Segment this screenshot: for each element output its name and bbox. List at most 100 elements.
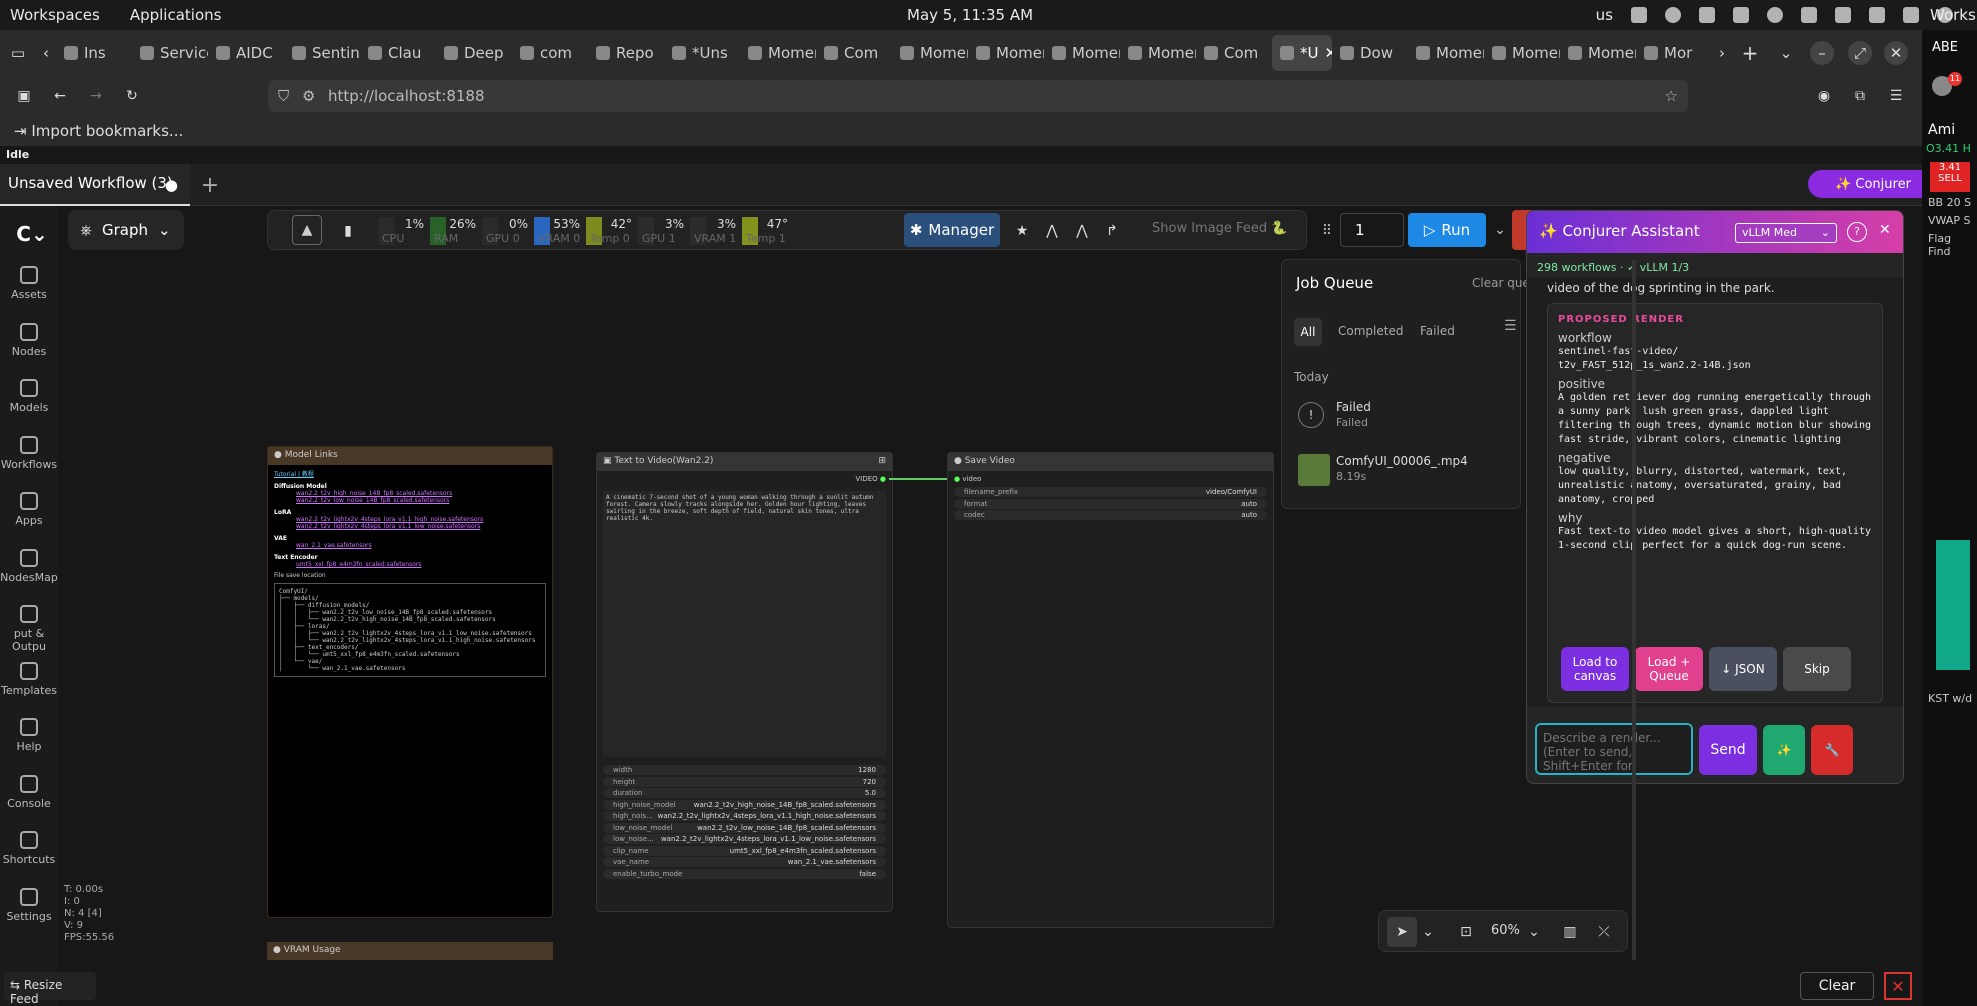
sidebar-item-help[interactable]: Help [0,718,58,753]
calendar-icon[interactable] [1835,7,1851,23]
screenshot-icon[interactable] [1801,7,1817,23]
widget-filename_prefix[interactable]: filename_prefix video/ComfyUI [954,487,1267,497]
chevron-down-icon[interactable]: ⌄ [1419,917,1437,947]
zoom-chevron-icon[interactable]: ⌄ [1525,917,1543,947]
job-item[interactable]: ! Failed Failed [1294,398,1514,438]
model-download-link[interactable]: umt5_xxl_fp8_e4m3fn_scaled.safetensors [274,561,546,568]
expand-icon[interactable]: ⊞ [878,456,886,466]
browser-tab[interactable]: Sentinel [284,35,360,71]
save-video-title[interactable]: ● Save Video [948,453,1273,471]
widget-vae_name[interactable]: vae_name wan_2.1_vae.safetensors [603,857,886,867]
model-links-title[interactable]: ● Model Links [268,447,552,465]
close-tab-icon[interactable]: ✕ [1324,44,1332,62]
widget-width[interactable]: width 1280 [603,765,886,775]
link-visibility-icon[interactable]: ⤫ [1589,917,1619,947]
clock[interactable]: May 5, 11:35 AM [907,6,1033,24]
browser-tab[interactable]: Momen [1120,35,1196,71]
bookmark-star-icon[interactable]: ☆ [1665,80,1678,112]
browser-tab[interactable]: Com [1196,35,1272,71]
share-icon[interactable]: ↱ [1098,217,1126,245]
prompt-input[interactable] [1535,723,1693,775]
tutorial-link[interactable]: Tutorial | 教程 [274,471,546,478]
vram-usage-node[interactable]: ● VRAM Usage [267,942,553,960]
star-icon[interactable]: ★ [1008,217,1036,245]
t2v-title[interactable]: ▣ Text to Video(Wan2.2) ⊞ [597,453,892,471]
model-download-link[interactable]: wan2.2_t2v_lightx2v_4steps_lora_v1.1_low… [274,523,546,530]
load-and-queue-button[interactable]: Load + Queue [1635,647,1703,691]
load-to-canvas-button[interactable]: Load to canvas [1561,647,1629,691]
show-image-feed-button[interactable]: Show Image Feed 🐍 [1152,221,1287,236]
browser-tab[interactable]: Clau [360,35,436,71]
browser-tab[interactable]: Momen [1408,35,1484,71]
tab-unsaved-workflow[interactable]: Unsaved Workflow (3) ● [0,164,190,206]
tabs-scroll-left-icon[interactable]: ‹ [36,35,56,71]
accessibility-icon[interactable] [1665,7,1681,23]
job-item[interactable]: ComfyUI_00006_.mp4 8.19s [1294,452,1514,492]
site-settings-icon[interactable]: ⚙ [302,80,315,112]
sidebar-item-put-outpu[interactable]: put & Outpu [0,605,58,653]
browser-tab[interactable]: Momen [1484,35,1560,71]
browser-tab[interactable]: Service [132,35,208,71]
menu-icon[interactable]: ☰ [1884,84,1908,108]
manager-button[interactable]: ✱ Manager [904,213,1000,247]
browser-tab[interactable]: *U ✕ [1272,35,1332,71]
fit-view-icon[interactable]: ⊡ [1451,917,1481,947]
model-tool-icon[interactable]: ⋀ [1068,217,1096,245]
wrench-icon[interactable]: 🔧 [1811,725,1853,775]
applications-menu[interactable]: Applications [130,6,222,24]
model-download-link[interactable]: wan2.2_t2v_high_noise_14B_fp8_scaled.saf… [274,490,546,497]
browser-tab[interactable]: Com [816,35,892,71]
browser-tab[interactable]: AIDC [208,35,284,71]
url-bar[interactable]: ⛉ ⚙ http://localhost:8188 ☆ [268,80,1688,112]
clear-feed-button[interactable]: Clear [1800,972,1874,1000]
sidebar-item-settings[interactable]: Settings [0,887,58,923]
sidebar-item-nodesmap[interactable]: NodesMap [0,548,58,584]
widget-enable_turbo_mode[interactable]: enable_turbo_mode false [603,868,886,879]
widget-low_noise[interactable]: low_noise... wan2.2_t2v_lightx2v_4steps_l… [603,834,886,844]
bluetooth-icon[interactable] [1767,7,1783,23]
skip-button[interactable]: Skip [1783,647,1851,691]
maximize-icon[interactable]: ⤢ [1848,41,1872,65]
browser-tab[interactable]: Momen [968,35,1044,71]
node-tool-icon[interactable]: ⋀ [1038,217,1066,245]
resize-feed-button[interactable]: ⇆ Resize Feed [4,972,96,1006]
tab-list-dropdown-icon[interactable]: ⌄ [1768,35,1804,71]
forward-icon[interactable]: → [84,84,108,108]
sidebar-item-nodes[interactable]: Nodes [0,322,58,358]
reload-icon[interactable]: ↻ [120,84,144,108]
send-button[interactable]: Send [1699,725,1757,775]
display-icon[interactable] [1903,7,1919,23]
tray-app-icon[interactable] [1631,7,1647,23]
workspaces-menu[interactable]: Workspaces [10,6,100,24]
model-links-node[interactable]: ● Model Links Tutorial | 教程 Diffusion Mo… [267,446,553,918]
sell-button[interactable]: 3.41 SELL [1930,162,1970,192]
prompt-textarea[interactable]: A cinematic 7-second shot of a young wom… [603,491,886,757]
bookmark-icon[interactable]: ▮ [334,217,362,245]
video-output-slot[interactable]: VIDEO ● [855,475,886,483]
model-select[interactable]: vLLM Med ⌄ [1735,223,1837,243]
browser-tab[interactable]: Momen [1044,35,1120,71]
extensions-icon[interactable]: ⧉ [1848,84,1872,108]
save-video-node[interactable]: ● Save Video ● video filename_prefix vide… [947,452,1274,928]
widget-height[interactable]: height 720 [603,776,886,787]
browser-tab[interactable]: Ins [56,35,132,71]
browser-tab[interactable]: *Uns [664,35,740,71]
panel-splitter[interactable] [1632,260,1636,960]
close-window-icon[interactable]: ✕ [1884,41,1908,65]
clear-queue-button[interactable]: Clear que [1472,276,1530,290]
sidebar-item-assets[interactable]: Assets [0,266,58,301]
import-bookmarks-link[interactable]: ⇥ Import bookmarks... [14,122,183,140]
pointer-tool-icon[interactable]: ➤ [1387,917,1417,947]
sidebar-item-models[interactable]: Models [0,379,58,414]
sidebar-toggle-icon[interactable]: ▣ [12,84,36,108]
browser-tab[interactable]: com [512,35,588,71]
browser-tab[interactable]: Dow [1332,35,1408,71]
drag-handle-icon[interactable]: ⠿ [1318,217,1336,245]
sparkle-icon[interactable]: ✨ [1763,725,1805,775]
run-options-chevron-icon[interactable]: ⌄ [1488,213,1512,247]
zoom-level[interactable]: 60% [1491,923,1520,938]
model-download-link[interactable]: wan2.2_t2v_lightx2v_4steps_lora_v1.1_hig… [274,516,546,523]
video-input-slot[interactable]: ● video [954,475,981,483]
browser-tab[interactable]: Deep [436,35,512,71]
widget-high_nois[interactable]: high_nois... wan2.2_t2v_lightx2v_4steps_l… [603,811,886,821]
